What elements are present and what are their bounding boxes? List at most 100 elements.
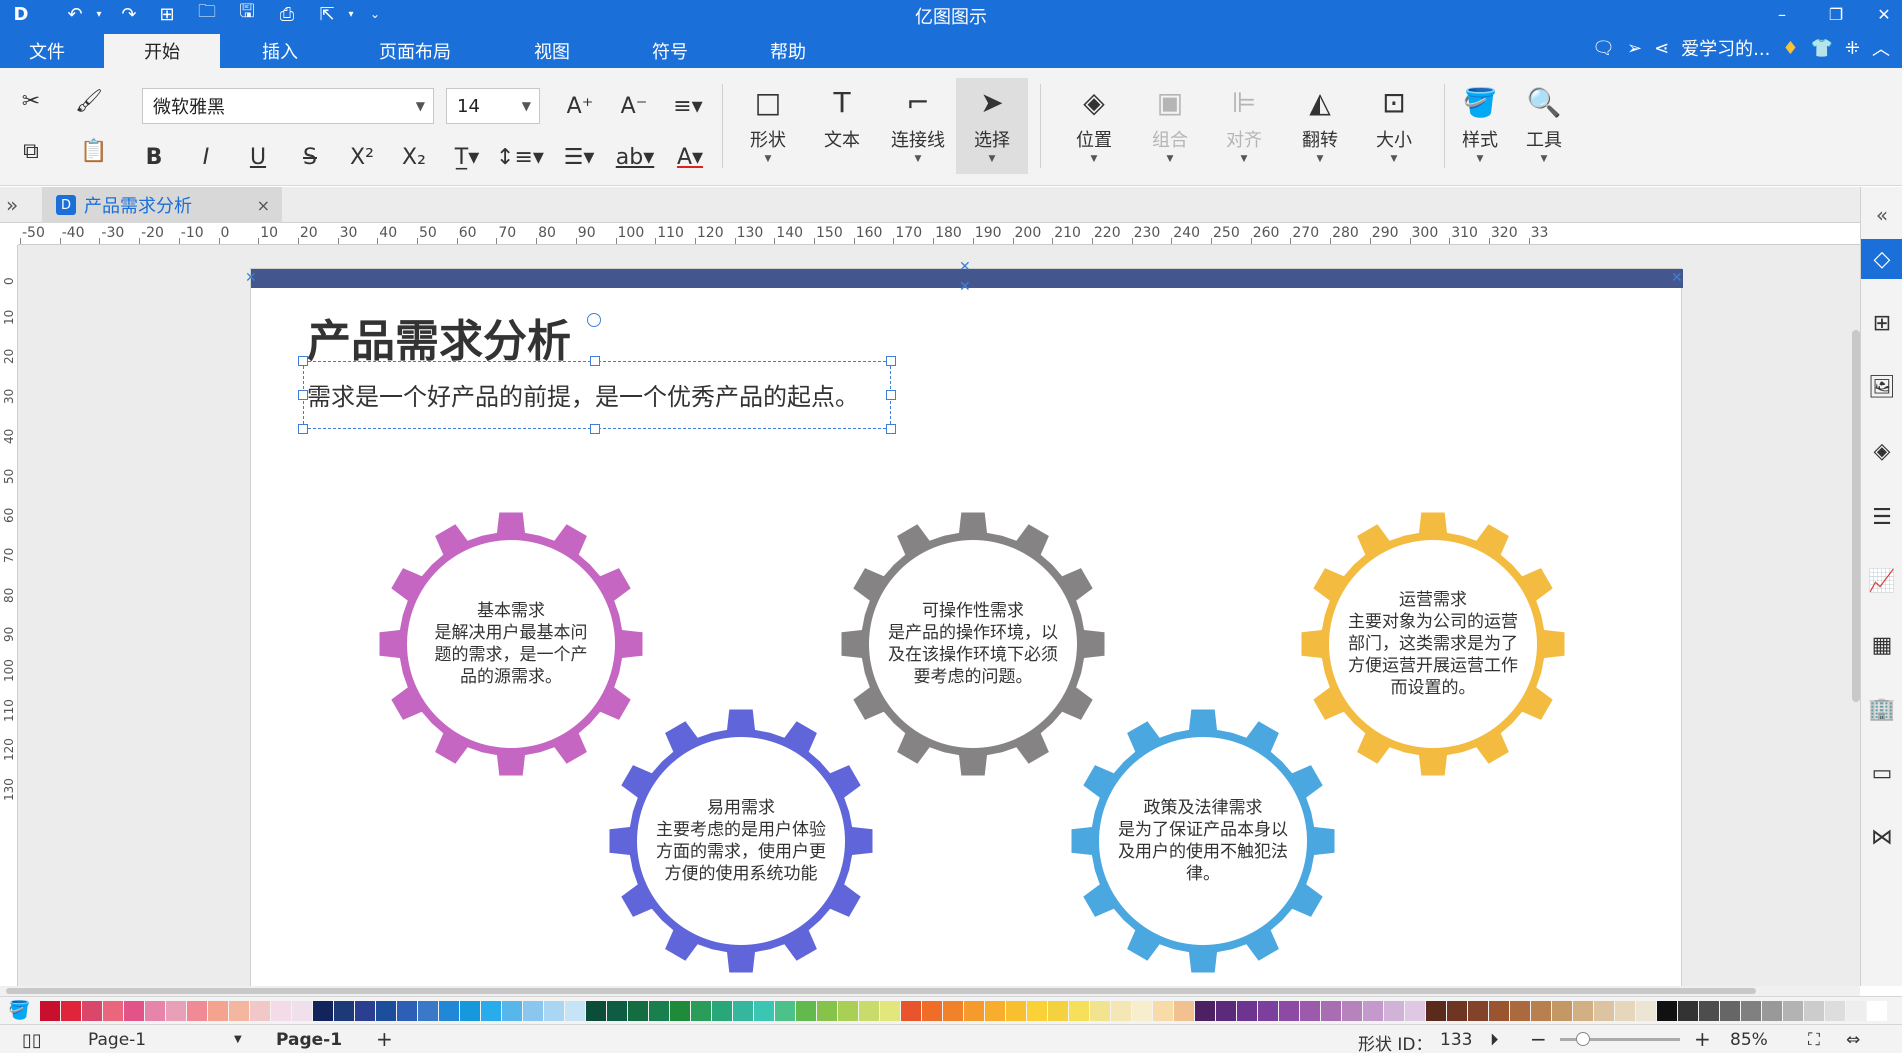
format-painter-icon[interactable]: 🖌 [72,84,106,118]
color-swatch[interactable] [1867,1001,1887,1021]
add-page-button[interactable]: + [376,1027,393,1051]
color-swatch[interactable] [271,1001,291,1021]
color-swatch[interactable] [1279,1001,1299,1021]
color-swatch[interactable] [1636,1001,1656,1021]
color-swatch[interactable] [1846,1001,1866,1021]
color-swatch[interactable] [1552,1001,1572,1021]
minimize-icon[interactable]: – [1764,0,1800,28]
color-swatch[interactable] [565,1001,585,1021]
color-swatch[interactable] [208,1001,228,1021]
vip-icon[interactable]: ♦ [1782,38,1798,59]
paste-icon[interactable]: 📋 [70,134,118,168]
collapse-panel-icon[interactable]: « [1861,195,1902,235]
color-swatch[interactable] [1783,1001,1803,1021]
flip-tool[interactable]: ◭ 翻转 ▼ [1284,78,1356,174]
vertical-scrollbar[interactable] [1852,330,1860,702]
color-swatch[interactable] [1132,1001,1152,1021]
group-tool[interactable]: ▣ 组合 ▼ [1134,78,1206,174]
color-swatch[interactable] [775,1001,795,1021]
color-swatch[interactable] [1048,1001,1068,1021]
font-grow-icon[interactable]: A⁺ [562,88,598,124]
size-tool[interactable]: ⊡ 大小 ▼ [1358,78,1430,174]
gear-operability-text[interactable]: 可操作性需求 是产品的操作环境，以 及在该操作环境下必须 要考虑的问题。 [877,600,1069,688]
chart-panel-icon[interactable]: 📈 [1861,561,1902,601]
color-swatch[interactable] [1300,1001,1320,1021]
color-swatch[interactable] [1006,1001,1026,1021]
apps-icon[interactable]: ⁜ [1845,38,1860,59]
expand-left-icon[interactable]: » [6,193,18,217]
menu-tab-help[interactable]: 帮助 [746,34,830,68]
color-swatch[interactable] [817,1001,837,1021]
gear-basic-text[interactable]: 基本需求 是解决用户最基本问 题的需求，是一个产 品的源需求。 [415,600,607,688]
color-swatch[interactable] [628,1001,648,1021]
cut-icon[interactable]: ✂ [14,84,48,118]
comment-icon[interactable]: 🗨 [1592,38,1615,59]
shape-tool[interactable]: □ 形状 ▼ [732,78,804,174]
color-swatch[interactable] [1804,1001,1824,1021]
color-swatch[interactable] [1216,1001,1236,1021]
color-swatch[interactable] [1321,1001,1341,1021]
page-view-icon[interactable]: ▯▯ [22,1030,42,1051]
font-family-select[interactable]: 微软雅黑 ▼ [142,88,434,124]
color-swatch[interactable] [523,1001,543,1021]
color-swatch[interactable] [859,1001,879,1021]
color-swatch[interactable] [1678,1001,1698,1021]
color-swatch[interactable] [1342,1001,1362,1021]
color-swatch[interactable] [1195,1001,1215,1021]
theme-icon[interactable]: 👕 [1810,38,1832,59]
menu-tab-symbol[interactable]: 符号 [628,34,712,68]
color-swatch[interactable] [355,1001,375,1021]
color-swatch[interactable] [1699,1001,1719,1021]
color-swatch[interactable] [1426,1001,1446,1021]
text-tool[interactable]: T 文本 [806,78,878,174]
color-swatch[interactable] [1657,1001,1677,1021]
copy-icon[interactable]: ⧉ [14,134,48,168]
font-color-icon[interactable]: A▾ [668,140,712,174]
color-swatch[interactable] [82,1001,102,1021]
color-swatch[interactable] [838,1001,858,1021]
color-swatch[interactable] [292,1001,312,1021]
color-swatch[interactable] [40,1001,60,1021]
color-swatch[interactable] [1762,1001,1782,1021]
share-icon[interactable]: ⋖ [1654,38,1669,59]
color-swatch[interactable] [1069,1001,1089,1021]
menu-tab-view[interactable]: 视图 [510,34,594,68]
color-swatch[interactable] [103,1001,123,1021]
font-size-select[interactable]: 14 ▼ [446,88,540,124]
color-swatch[interactable] [586,1001,606,1021]
color-swatch[interactable] [460,1001,480,1021]
subscript-icon[interactable]: X₂ [396,140,432,174]
color-swatch[interactable] [1111,1001,1131,1021]
color-swatch[interactable] [1825,1001,1845,1021]
color-swatch[interactable] [166,1001,186,1021]
bold-icon[interactable]: B [138,140,170,174]
color-swatch[interactable] [1153,1001,1173,1021]
color-swatch[interactable] [1720,1001,1740,1021]
color-swatch[interactable] [1447,1001,1467,1021]
tools-tool[interactable]: 🔍 工具 ▼ [1508,78,1580,174]
color-swatch[interactable] [1384,1001,1404,1021]
color-swatch[interactable] [481,1001,501,1021]
fit-page-icon[interactable]: ⛶ [1808,1030,1820,1050]
italic-icon[interactable]: I [190,140,222,174]
menu-tab-page-layout[interactable]: 页面布局 [360,34,470,68]
zoom-in-button[interactable]: + [1694,1027,1711,1051]
table-panel-icon[interactable]: ▦ [1861,625,1902,665]
fill-panel-icon[interactable]: ◇ [1861,239,1902,279]
user-name[interactable]: 爱学习的... [1681,35,1770,61]
gear-operation-text[interactable]: 运营需求 主要对象为公司的运营 部门，这类需求是为了 方便运营开展运营工作 而设置的。 [1337,589,1529,699]
close-icon[interactable]: ✕ [1866,0,1902,28]
color-swatch[interactable] [691,1001,711,1021]
color-swatch[interactable] [796,1001,816,1021]
color-swatch[interactable] [754,1001,774,1021]
color-swatch[interactable] [943,1001,963,1021]
color-swatch[interactable] [670,1001,690,1021]
restore-icon[interactable]: ❐ [1818,0,1854,28]
presentation-panel-icon[interactable]: ▭ [1861,753,1902,793]
zoom-out-button[interactable]: − [1530,1027,1547,1051]
document-tab[interactable]: D 产品需求分析 × [42,187,282,223]
page-selector[interactable]: Page-1 [88,1030,146,1050]
gear-legal-text[interactable]: 政策及法律需求 是为了保证产品本身以 及用户的使用不触犯法 律。 [1107,797,1299,885]
connector-tool[interactable]: ⌐ 连接线 ▼ [882,78,954,174]
align-tool[interactable]: ⊫ 对齐 ▼ [1208,78,1280,174]
